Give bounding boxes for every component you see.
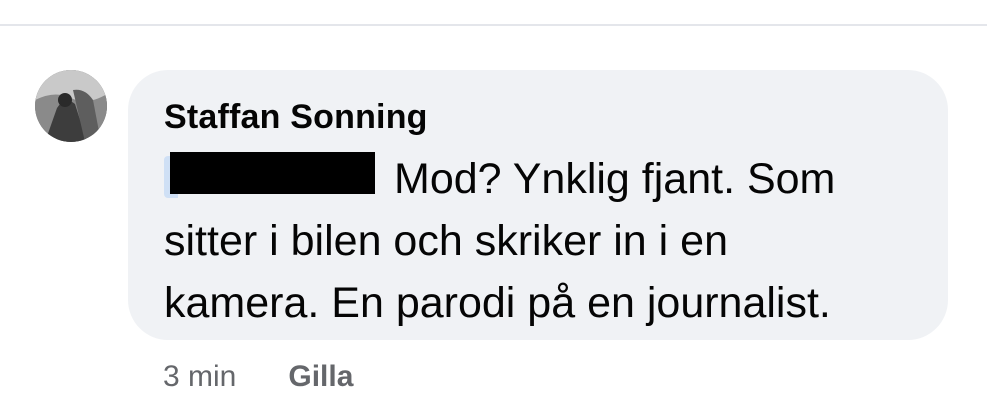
- divider: [0, 24, 987, 26]
- comment-timestamp[interactable]: 3 min: [163, 360, 236, 394]
- comment-view: Staffan Sonning Mod? Ynklig fjant. Som s…: [0, 0, 987, 404]
- comment-bubble: Staffan Sonning Mod? Ynklig fjant. Som s…: [128, 70, 948, 340]
- comment-text: Mod? Ynklig fjant. Som sitter i bilen oc…: [164, 148, 924, 334]
- comment-line: kamera. En parodi på en journalist.: [164, 279, 831, 327]
- avatar[interactable]: [35, 70, 107, 142]
- comment-meta: 3 min Gilla: [163, 360, 353, 394]
- profile-photo-icon: [35, 70, 107, 142]
- comment-author[interactable]: Staffan Sonning: [164, 98, 428, 137]
- like-button[interactable]: Gilla: [288, 360, 353, 394]
- comment-line: sitter i bilen och skriker in i en: [164, 217, 728, 265]
- comment-line: Mod? Ynklig fjant. Som: [394, 155, 836, 203]
